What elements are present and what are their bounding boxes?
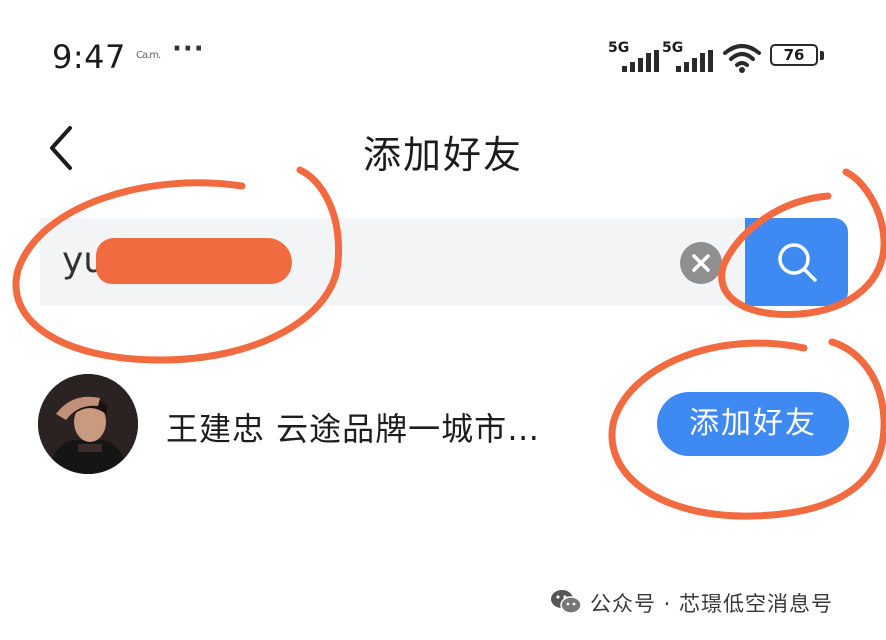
clear-search-button[interactable] [680,242,722,284]
avatar-photo [38,374,138,474]
close-icon [692,254,710,272]
battery-tip [820,51,824,60]
status-carrier-text: Ca.m. [136,50,161,61]
watermark-text: 公众号 · 芯璟低空消息号 [590,592,834,616]
search-result-item[interactable]: 王建忠 云途品牌一城市… 添加好友 [0,370,886,482]
search-button[interactable] [745,218,848,306]
wifi-icon [723,44,761,73]
signal-1: 5G [608,40,660,74]
battery-icon: 76 [770,44,826,70]
status-more-indicator: ··· [172,34,205,64]
avatar[interactable] [38,374,138,474]
result-name-text: 王建忠 云途品牌一城市… [166,410,541,448]
redaction-mark [96,238,292,284]
signal-bars-icon [622,50,659,72]
page-title: 添加好友 [362,133,523,177]
status-bar: 9:47 Ca.m. ··· 5G 5G 76 [0,0,886,110]
search-input[interactable]: yu [40,218,745,306]
page-header: 添加好友 [0,110,886,190]
wechat-icon [551,590,582,614]
signal-bars-icon [676,50,713,72]
signal-2: 5G [662,40,714,74]
battery-level: 76 [770,44,818,66]
add-friend-button[interactable]: 添加好友 [657,392,849,456]
status-time: 9:47 [52,38,126,76]
search-icon [778,243,817,282]
